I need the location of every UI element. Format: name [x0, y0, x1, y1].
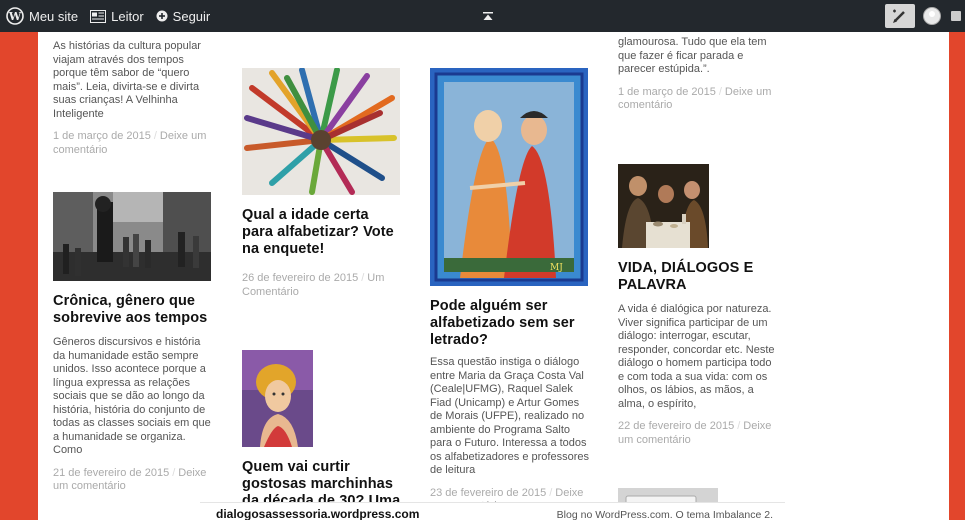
post-meta: 1 de março de 2015/Deixe um comentário [618, 86, 778, 113]
follow-label: Seguir [172, 8, 211, 24]
meta-separator: / [172, 466, 176, 479]
post-title[interactable]: Pode alguém ser alfabetizado sem ser let… [430, 298, 590, 349]
site-footer: dialogosassessoria.wordpress.com Blog no… [200, 502, 785, 520]
reader-menu[interactable]: Leitor [84, 0, 150, 32]
footer-credit-link[interactable]: Blog no WordPress.com. O tema Imbalance … [557, 509, 773, 520]
post-excerpt: As histórias da cultura popular viajam a… [53, 40, 201, 120]
post-meta: 1 de março de 2015/Deixe um comentário [53, 130, 213, 157]
reader-icon [90, 9, 107, 23]
post-title[interactable]: VIDA, DIÁLOGOS E PALAVRA [618, 260, 778, 294]
write-post-button[interactable] [885, 4, 915, 28]
scroll-top-button[interactable] [483, 0, 493, 32]
post-card: MJ Pode alguém ser alfabetizado sem ser … [430, 68, 590, 514]
notifications-icon[interactable] [951, 11, 961, 21]
post-excerpt: A vida é dialógica por natureza. Viver s… [618, 303, 775, 410]
post-excerpt: Gêneros discursivos e história da humani… [53, 336, 211, 456]
meta-separator: / [718, 85, 722, 98]
vintage-woman-portrait-image [242, 350, 313, 447]
post-card: VIDA, DIÁLOGOS E PALAVRA A vida é dialóg… [618, 164, 778, 447]
meta-separator: / [153, 130, 157, 142]
follow-menu[interactable]: Seguir [150, 0, 217, 32]
post-card: glamourosa. Tudo que ela tem que fazer é… [618, 36, 778, 113]
wordpress-logo-icon: W [6, 7, 24, 25]
svg-text:W: W [8, 10, 22, 23]
post-thumbnail[interactable] [242, 350, 313, 447]
admin-bar: W Meu site Leitor Seguir [0, 0, 965, 32]
post-title[interactable]: Qual a idade certa para alfabetizar? Vot… [242, 207, 402, 258]
post-thumbnail[interactable] [53, 192, 211, 281]
arrow-up-icon [483, 11, 493, 20]
post-meta: 26 de fevereiro de 2015/Um Comentário [242, 272, 402, 299]
follow-plus-icon [156, 10, 168, 22]
post-date-link[interactable]: 21 de fevereiro de 2015 [53, 467, 169, 479]
post-card: Quem vai curtir gostosas marchinhas da d… [242, 350, 402, 520]
street-photo-image [53, 192, 211, 281]
post-card: As histórias da cultura popular viajam a… [53, 40, 213, 157]
post-date-link[interactable]: 1 de março de 2015 [53, 130, 151, 142]
colored-pencils-image [242, 68, 400, 195]
posts-grid: As histórias da cultura popular viajam a… [38, 32, 949, 520]
pencil-icon [893, 9, 905, 23]
painting-two-figures-image: MJ [430, 68, 588, 286]
my-site-menu[interactable]: W Meu site [0, 0, 84, 32]
footer-site-link[interactable]: dialogosassessoria.wordpress.com [216, 507, 419, 520]
my-site-label: Meu site [29, 8, 79, 24]
post-meta: 22 de fevereiro de 2015/Deixe um comentá… [618, 420, 778, 447]
post-date-link[interactable]: 1 de março de 2015 [618, 86, 716, 98]
meta-separator: / [549, 486, 553, 499]
post-thumbnail[interactable] [618, 164, 709, 248]
post-card: Qual a idade certa para alfabetizar? Vot… [242, 68, 402, 299]
post-date-link[interactable]: 22 de fevereiro de 2015 [618, 420, 734, 432]
post-meta: 21 de fevereiro de 2015/Deixe um comentá… [53, 467, 213, 494]
post-date-link[interactable]: 23 de fevereiro de 2015 [430, 487, 546, 499]
tavern-painting-image [618, 164, 709, 248]
user-avatar[interactable] [923, 7, 941, 25]
meta-separator: / [737, 420, 741, 432]
post-excerpt: glamourosa. Tudo que ela tem que fazer é… [618, 36, 767, 75]
post-excerpt: Essa questão instiga o diálogo entre Mar… [430, 356, 589, 476]
post-title[interactable]: Crônica, gênero que sobrevive aos tempos [53, 293, 213, 327]
post-thumbnail[interactable]: MJ [430, 68, 588, 286]
post-thumbnail[interactable] [242, 68, 400, 195]
reader-label: Leitor [111, 8, 144, 24]
post-card: Crônica, gênero que sobrevive aos tempos… [53, 192, 213, 494]
meta-separator: / [361, 272, 365, 284]
svg-text:MJ: MJ [550, 263, 563, 273]
post-date-link[interactable]: 26 de fevereiro de 2015 [242, 272, 358, 284]
